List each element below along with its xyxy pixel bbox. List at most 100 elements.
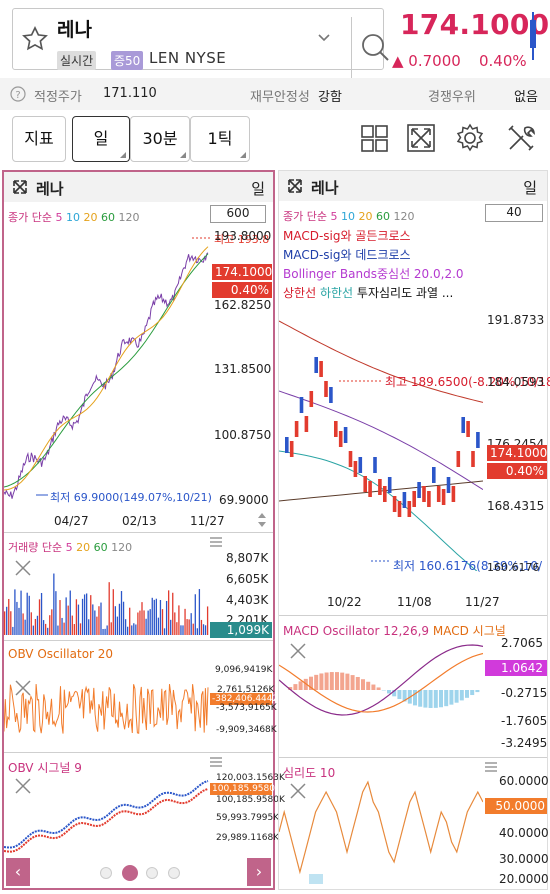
fullscreen-icon[interactable] bbox=[403, 120, 439, 156]
volume-bar bbox=[112, 589, 114, 635]
search-button[interactable] bbox=[351, 17, 397, 79]
period-30min-button[interactable]: 30분 bbox=[130, 116, 190, 162]
period-day-button[interactable]: 일 bbox=[72, 116, 130, 162]
menu-icon[interactable] bbox=[485, 762, 497, 772]
volume-bar bbox=[12, 626, 14, 635]
right-legend-prefix: 종가 단순 bbox=[283, 210, 327, 223]
period-tick-button[interactable]: 1틱 bbox=[190, 116, 250, 162]
right-chart-title: 레나 bbox=[311, 179, 339, 197]
volume-bar bbox=[83, 594, 86, 635]
volume-bar bbox=[190, 613, 192, 635]
volume-bar bbox=[143, 610, 145, 635]
volume-bar bbox=[108, 582, 110, 635]
candle bbox=[451, 486, 456, 502]
candle bbox=[407, 501, 412, 517]
volume-bar bbox=[133, 623, 135, 635]
right-chart-panel[interactable]: 레나 일 종가 단순 5 10 20 60 120 40 MACD-sig와 골… bbox=[278, 170, 550, 890]
candle bbox=[285, 437, 289, 453]
volume-bar bbox=[120, 591, 123, 635]
obv-oscillator-line bbox=[4, 684, 209, 734]
volume-bar bbox=[202, 624, 205, 635]
volume-bar bbox=[174, 612, 176, 635]
signal-golden-cross: MACD-sig와 골든크로스 bbox=[283, 229, 411, 243]
right-y-0: 191.8733 bbox=[487, 313, 545, 327]
candle bbox=[309, 391, 314, 407]
left-pct-badge: 0.40% bbox=[212, 282, 272, 298]
left-count-input[interactable]: 600 bbox=[210, 205, 266, 223]
help-icon[interactable]: ? bbox=[10, 86, 26, 102]
expand-icon[interactable] bbox=[12, 179, 28, 195]
competition-label: 경쟁우위 bbox=[428, 90, 476, 105]
volume-bar bbox=[110, 622, 112, 635]
volume-bar bbox=[16, 601, 18, 635]
candle bbox=[353, 461, 358, 477]
volume-bar bbox=[36, 615, 39, 635]
scroll-arrows-icon[interactable] bbox=[257, 512, 267, 528]
page-dot-3[interactable] bbox=[146, 867, 158, 879]
volume-bar bbox=[38, 599, 41, 635]
volume-legend-prefix: 거래량 단순 bbox=[8, 541, 63, 554]
right-y-1: 184.0593 bbox=[487, 375, 545, 389]
obv-oscillator-subchart[interactable]: OBV Oscillator 20 9,096,9419K 2,761,5126… bbox=[4, 640, 278, 752]
star-icon[interactable] bbox=[21, 25, 49, 53]
next-page-button[interactable]: › bbox=[247, 858, 271, 886]
right-count-input[interactable]: 40 bbox=[485, 204, 543, 222]
volume-bar bbox=[75, 599, 78, 635]
macd-subchart[interactable]: MACD Oscillator 12,26,9 MACD 시그널 2.7065 … bbox=[279, 615, 547, 755]
indicator-button[interactable]: 지표 bbox=[12, 116, 66, 162]
gear-icon[interactable] bbox=[452, 120, 488, 156]
right-price-chart[interactable] bbox=[279, 301, 483, 571]
prev-page-button[interactable]: ‹ bbox=[6, 858, 30, 886]
obv-signal-subchart[interactable]: OBV 시그널 9 120,003.1563K 100,185.9580K 10… bbox=[4, 752, 285, 856]
macd-y-0: 2.7065 bbox=[501, 636, 543, 650]
volume-bar bbox=[180, 625, 182, 635]
volume-bar bbox=[186, 619, 188, 635]
volume-bar bbox=[137, 612, 139, 635]
margin-tag: 증50 bbox=[111, 51, 144, 70]
stock-search-box[interactable]: 레나 실시간 증50 LEN NYSE bbox=[12, 8, 389, 79]
macd-bar bbox=[454, 690, 459, 703]
volume-bar bbox=[34, 618, 37, 635]
obv-sig-y-1: 100,185.9580K bbox=[216, 795, 285, 805]
volume-bar bbox=[184, 608, 186, 635]
volume-subchart[interactable]: 거래량 단순 5 20 60 120 8,807K 6,605K 4,403K … bbox=[4, 532, 273, 638]
layout-grid-icon[interactable] bbox=[356, 120, 392, 156]
left-y-2: 131.8500 bbox=[214, 362, 272, 376]
macd-bar bbox=[345, 673, 350, 690]
candle bbox=[358, 457, 363, 473]
volume-bar bbox=[73, 624, 75, 635]
volume-bar bbox=[145, 618, 147, 635]
volume-bar bbox=[90, 595, 92, 635]
candle bbox=[387, 477, 392, 493]
page-dot-4[interactable] bbox=[168, 867, 180, 879]
stock-name: 레나 bbox=[57, 19, 92, 41]
left-price-chart[interactable] bbox=[4, 222, 210, 512]
left-chart-panel[interactable]: 레나 일 종가 단순 5 10 20 60 120 600 최고 193.8 1… bbox=[2, 170, 285, 890]
macd-y-3: -3.2495 bbox=[501, 736, 548, 750]
price-range-bar bbox=[530, 12, 536, 60]
page-dot-1[interactable] bbox=[100, 867, 112, 879]
candle bbox=[461, 417, 465, 433]
expand-icon[interactable] bbox=[287, 178, 303, 194]
volume-bar bbox=[10, 611, 12, 635]
page-dot-2-active[interactable] bbox=[122, 865, 138, 881]
volume-bar bbox=[122, 601, 125, 635]
candle bbox=[378, 479, 382, 495]
obv-sig-y-0: 120,003.1563K bbox=[216, 773, 285, 783]
menu-icon[interactable] bbox=[210, 537, 222, 547]
volume-bar bbox=[194, 594, 196, 635]
chevron-down-icon[interactable] bbox=[317, 33, 331, 43]
candle bbox=[299, 397, 304, 413]
volume-bar bbox=[182, 625, 184, 635]
volume-bar bbox=[141, 602, 143, 635]
volume-bar bbox=[49, 615, 51, 635]
tools-icon[interactable] bbox=[503, 120, 539, 156]
menu-icon[interactable] bbox=[210, 757, 222, 767]
candle bbox=[304, 416, 309, 432]
candle bbox=[348, 451, 353, 467]
left-chart-header: 레나 일 bbox=[4, 172, 273, 202]
volume-bar bbox=[45, 623, 47, 635]
volume-bar bbox=[131, 625, 133, 635]
volume-bar bbox=[165, 600, 168, 635]
psychology-subchart[interactable]: 심리도 10 60.0000 50.0000 40.0000 30.0000 2… bbox=[279, 757, 549, 889]
